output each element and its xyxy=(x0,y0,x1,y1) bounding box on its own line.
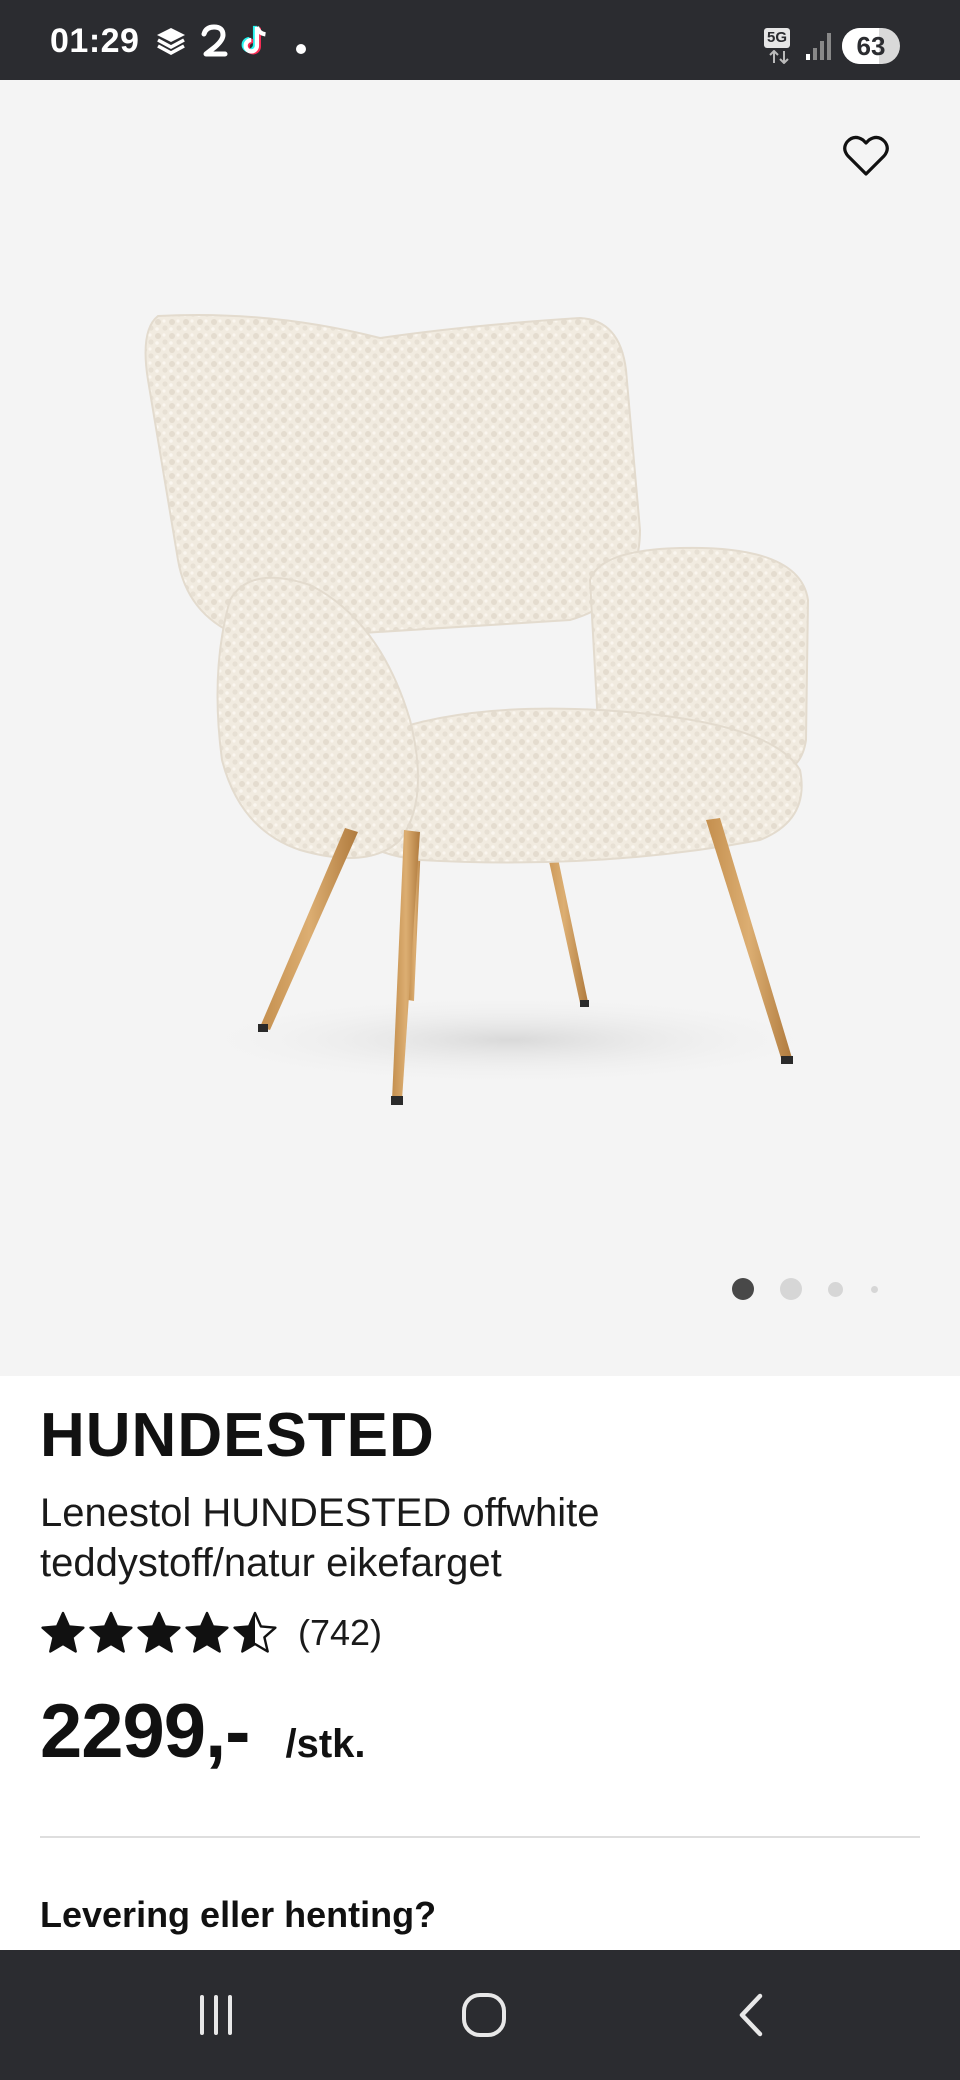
back-icon xyxy=(739,1993,763,2037)
home-icon xyxy=(462,1993,506,2037)
carousel-indicator xyxy=(728,1274,888,1304)
star-filled-icon xyxy=(89,1611,133,1653)
battery-indicator: 63 xyxy=(842,28,900,64)
system-nav-bar xyxy=(0,1950,960,2080)
product-price: 2299,- xyxy=(40,1689,250,1774)
network-type-badge: 5G xyxy=(764,28,791,48)
price-row: 2299,- /stk. xyxy=(40,1688,366,1775)
carousel-dot[interactable] xyxy=(871,1286,878,1293)
delivery-section-title[interactable]: Levering eller henting? xyxy=(40,1894,436,1936)
star-filled-icon xyxy=(185,1611,229,1653)
status-time: 01:29 xyxy=(50,22,140,60)
product-rating[interactable]: (742) xyxy=(40,1606,382,1660)
recent-apps-icon xyxy=(200,1995,232,2035)
price-unit: /stk. xyxy=(285,1722,366,1766)
back-button[interactable] xyxy=(712,1978,792,2052)
review-count[interactable]: (742) xyxy=(298,1612,382,1654)
product-title: HUNDESTED xyxy=(40,1401,435,1470)
status-bar: 01:29 5G 63 xyxy=(0,0,960,80)
rating-stars xyxy=(40,1610,280,1656)
star-filled-icon xyxy=(41,1611,85,1653)
number-2-icon xyxy=(201,24,228,57)
heart-icon xyxy=(843,135,889,176)
carousel-dot[interactable] xyxy=(780,1278,802,1300)
home-button[interactable] xyxy=(444,1978,524,2052)
product-image-gallery[interactable] xyxy=(0,80,960,1376)
product-description: Lenestol HUNDESTED offwhite teddystoff/n… xyxy=(40,1491,600,1585)
carousel-dot[interactable] xyxy=(828,1282,843,1297)
notification-dot xyxy=(296,44,306,54)
recent-apps-button[interactable] xyxy=(176,1978,256,2052)
star-half-icon xyxy=(233,1611,277,1653)
battery-level: 63 xyxy=(856,31,886,61)
favorite-button[interactable] xyxy=(836,126,896,186)
divider xyxy=(40,1836,920,1838)
layers-icon xyxy=(157,28,185,55)
carousel-dot-active[interactable] xyxy=(732,1278,754,1300)
data-transfer-icon xyxy=(769,50,789,64)
signal-strength-icon xyxy=(806,33,831,60)
armchair-icon xyxy=(144,313,840,1105)
tiktok-icon xyxy=(241,25,266,55)
star-filled-icon xyxy=(137,1611,181,1653)
